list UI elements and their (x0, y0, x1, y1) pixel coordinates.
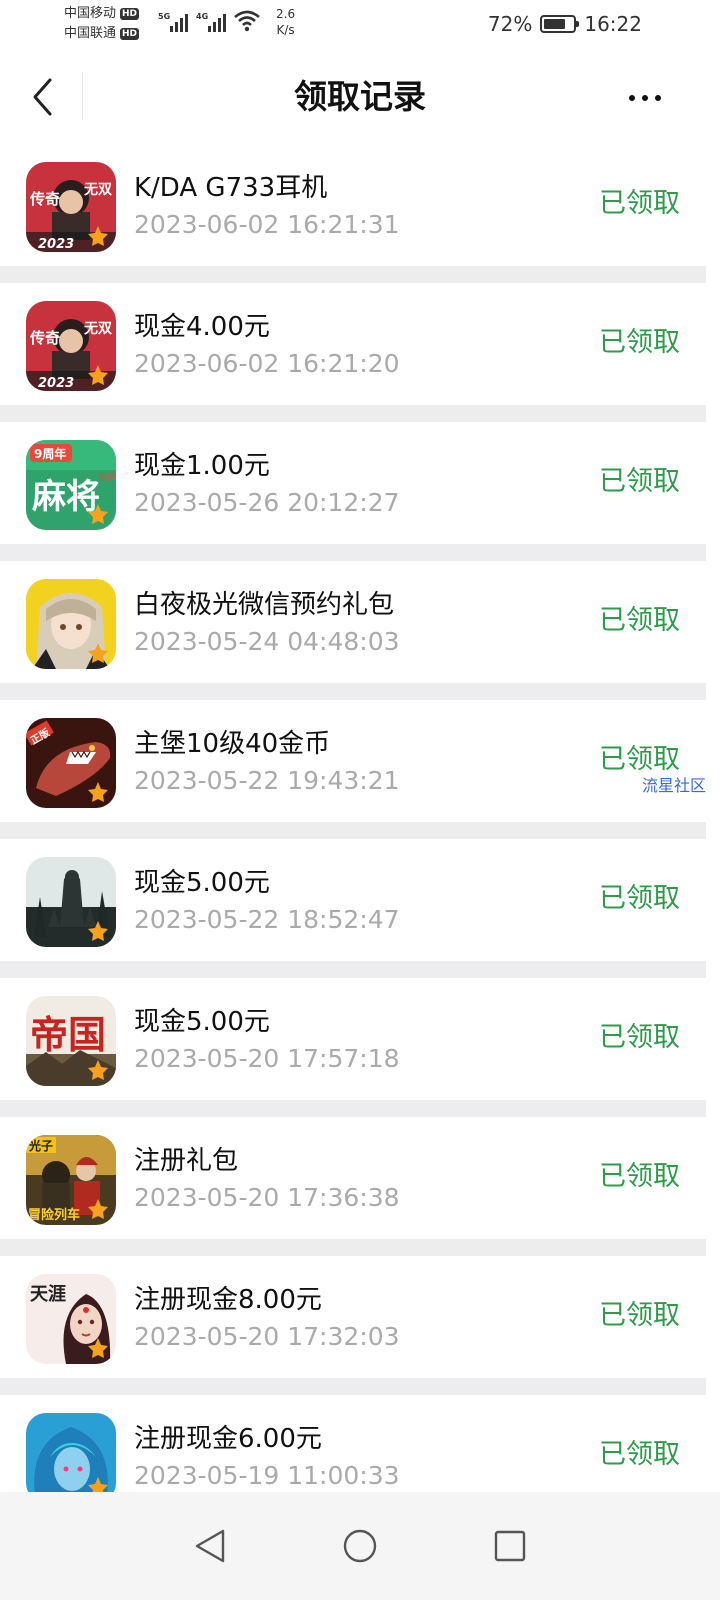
record-title: K/DA G733耳机 (134, 173, 328, 203)
hd-badge: HD (120, 8, 140, 20)
more-dots-icon (629, 95, 635, 101)
record-time: 2023-06-02 16:21:31 (134, 210, 400, 239)
record-status: 已领取 (599, 466, 680, 497)
game-icon-chuanqi: 传奇 无双 2023 (26, 162, 116, 252)
game-icon-shark: 正版 (26, 718, 116, 808)
hd-badge: HD (120, 28, 140, 40)
carrier-info: 中国移动 HD 中国联通 HD (64, 4, 140, 44)
record-title: 注册礼包 (134, 1146, 239, 1176)
clock: 16:22 (584, 12, 642, 36)
game-icon-chuanqi: 传奇 无双 2023 (26, 301, 116, 391)
nav-home-icon (343, 1529, 377, 1563)
svg-text:2023: 2023 (38, 376, 74, 391)
record-row[interactable]: 帝国 现金5.00元 2023-05-20 17:57:18 已领取 (0, 978, 706, 1117)
signal-4g-icon: 4G (196, 12, 226, 32)
signal-indicators: 5G 4G (158, 10, 260, 32)
app-header: 领取记录 (0, 50, 720, 144)
record-row[interactable]: 正版 主堡10级40金币 2023-05-22 19:43:21 已领取 流星社区 (0, 700, 706, 839)
svg-text:无双: 无双 (83, 182, 112, 198)
record-time: 2023-05-26 20:12:27 (134, 488, 400, 517)
right-edge (706, 144, 720, 1492)
record-time: 2023-06-02 16:21:20 (134, 349, 400, 378)
record-title: 注册现金8.00元 (134, 1285, 322, 1315)
page-title: 领取记录 (294, 77, 426, 116)
record-row[interactable]: 传奇 无双 2023 K/DA G733耳机 2023-06-02 16:21:31 已领… (0, 144, 706, 283)
record-status: 已领取 (599, 188, 680, 219)
svg-text:帝国: 帝国 (30, 1012, 106, 1057)
record-status: 已领取 (599, 883, 680, 914)
record-status: 已领取 (599, 1161, 680, 1192)
record-status: 已领取 (599, 1439, 680, 1470)
record-time: 2023-05-19 11:00:33 (134, 1461, 400, 1490)
record-row[interactable]: 天涯 注册现金8.00元 2023-05-20 17:32:03 已领取 (0, 1256, 706, 1395)
record-row[interactable]: 白夜极光微信预约礼包 2023-05-24 04:48:03 已领取 (0, 561, 706, 700)
game-icon-forest (26, 857, 116, 947)
record-time: 2023-05-24 04:48:03 (134, 627, 400, 656)
record-status: 已领取 (599, 605, 680, 636)
svg-text:9周年: 9周年 (34, 446, 66, 461)
battery-percent: 72% (487, 12, 533, 36)
svg-text:传奇: 传奇 (29, 329, 60, 347)
svg-text:光子: 光子 (28, 1138, 53, 1153)
network-speed: 2.6 K/s (276, 6, 295, 38)
game-icon-aurora (26, 579, 116, 669)
record-row[interactable]: 光子 冒险列车 注册礼包 2023-05-20 17:36:38 已领取 (0, 1117, 706, 1256)
record-status: 已领取 (599, 1300, 680, 1331)
svg-text:冒险列车: 冒险列车 (28, 1207, 80, 1223)
record-time: 2023-05-20 17:57:18 (134, 1044, 400, 1073)
nav-recents-button[interactable] (490, 1526, 530, 1566)
svg-text:欢乐: 欢乐 (98, 471, 116, 483)
record-status: 已领取 (599, 1022, 680, 1053)
nav-home-button[interactable] (340, 1526, 380, 1566)
svg-text:2023: 2023 (38, 237, 74, 252)
network-type-1: 5G (158, 12, 171, 21)
record-time: 2023-05-22 19:43:21 (134, 766, 400, 795)
speed-unit: K/s (276, 23, 295, 37)
watermark-text: 流星社区 (641, 776, 706, 795)
battery-icon (540, 15, 580, 33)
carrier-1: 中国移动 (64, 6, 117, 21)
network-type-2: 4G (196, 12, 209, 21)
record-title: 现金5.00元 (134, 1007, 270, 1037)
svg-text:传奇: 传奇 (29, 190, 60, 208)
game-icon-heroine (26, 1413, 116, 1503)
svg-text:天涯: 天涯 (30, 1283, 66, 1305)
game-icon-tianya: 天涯 (26, 1274, 116, 1364)
svg-text:无双: 无双 (83, 321, 112, 337)
record-time: 2023-05-22 18:52:47 (134, 905, 400, 934)
record-list[interactable]: 传奇 无双 2023 K/DA G733耳机 2023-06-02 16:21:31 已领… (0, 144, 706, 1524)
system-nav-bar (0, 1492, 720, 1600)
signal-5g-icon: 5G (158, 12, 188, 32)
record-title: 注册现金6.00元 (134, 1424, 322, 1454)
record-title: 白夜极光微信预约礼包 (134, 590, 395, 620)
record-title: 现金1.00元 (134, 451, 270, 481)
record-row[interactable]: 9周年 欢乐 麻将 现金1.00元 2023-05-26 20:12:27 已领取 (0, 422, 706, 561)
nav-back-button[interactable] (190, 1526, 230, 1566)
wifi-icon (234, 10, 260, 32)
nav-back-icon (195, 1529, 225, 1563)
status-right: 72% 16:22 (488, 12, 642, 36)
speed-value: 2.6 (276, 7, 296, 21)
more-button[interactable] (620, 78, 670, 118)
record-title: 现金5.00元 (134, 868, 270, 898)
nav-recents-icon (494, 1530, 526, 1562)
record-row[interactable]: 现金5.00元 2023-05-22 18:52:47 已领取 (0, 839, 706, 978)
record-time: 2023-05-20 17:36:38 (134, 1183, 400, 1212)
record-title: 主堡10级40金币 (134, 729, 331, 759)
status-bar: 中国移动 HD 中国联通 HD 5G 4G 2.6 K/s 72% 16:22 (0, 0, 720, 50)
record-title: 现金4.00元 (134, 312, 270, 342)
game-icon-empire: 帝国 (26, 996, 116, 1086)
record-row[interactable]: 传奇 无双 2023 现金4.00元 2023-06-02 16:21:20 已领取 (0, 283, 706, 422)
game-icon-train: 光子 冒险列车 (26, 1135, 116, 1225)
carrier-2: 中国联通 (64, 26, 117, 41)
record-status: 已领取 (599, 327, 680, 358)
svg-text:麻将: 麻将 (32, 477, 100, 517)
record-time: 2023-05-20 17:32:03 (134, 1322, 400, 1351)
game-icon-mahjong: 9周年欢乐 麻将 (26, 440, 116, 530)
